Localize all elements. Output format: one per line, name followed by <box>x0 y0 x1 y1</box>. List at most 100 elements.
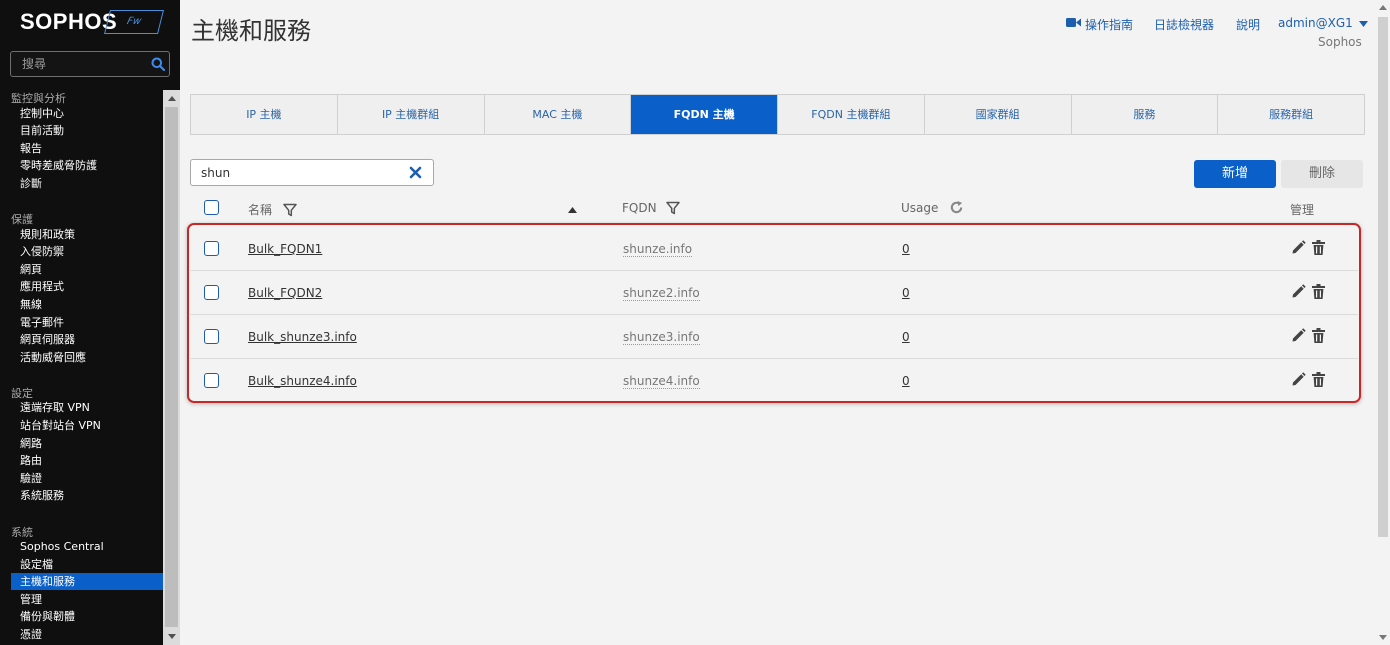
main-scrollbar-thumb[interactable] <box>1378 17 1388 537</box>
scroll-up-arrow-icon[interactable] <box>1379 5 1387 10</box>
row-checkbox[interactable] <box>204 285 219 300</box>
table-row: Bulk_FQDN1 shunze.info 0 <box>190 227 1358 271</box>
page-title: 主機和服務 <box>191 17 311 45</box>
tab-country-group[interactable]: 國家群組 <box>925 95 1072 134</box>
edit-pencil-icon[interactable] <box>1291 328 1306 343</box>
clear-filter-icon[interactable] <box>409 166 422 179</box>
sidebar-item-applications[interactable]: 應用程式 <box>11 278 163 295</box>
scroll-down-arrow-icon[interactable] <box>1379 635 1387 640</box>
sidebar-section-monitor: 監控與分析 <box>11 92 66 105</box>
table-row: Bulk_shunze4.info shunze4.info 0 <box>190 359 1358 403</box>
refresh-icon[interactable] <box>949 200 964 215</box>
filter-funnel-icon[interactable] <box>666 201 681 215</box>
sidebar-item-diagnostics[interactable]: 診斷 <box>11 175 163 192</box>
row-checkbox[interactable] <box>204 329 219 344</box>
usage-link[interactable]: 0 <box>902 242 910 256</box>
delete-button[interactable]: 刪除 <box>1281 160 1363 188</box>
sidebar-item-remote-access-vpn[interactable]: 遠端存取 VPN <box>11 399 163 416</box>
sidebar-item-current-activity[interactable]: 目前活動 <box>11 122 163 139</box>
usage-link[interactable]: 0 <box>902 286 910 300</box>
filter-box[interactable] <box>190 159 434 186</box>
appliance-name: Sophos <box>1318 35 1362 49</box>
sidebar-item-authentication[interactable]: 驗證 <box>11 470 163 487</box>
sidebar-scrollbar[interactable] <box>163 90 180 645</box>
host-name-link[interactable]: Bulk_FQDN2 <box>248 286 322 300</box>
filter-input[interactable] <box>191 160 406 185</box>
sidebar-item-active-threat-response[interactable]: 活動威脅回應 <box>11 349 163 366</box>
column-fqdn-label[interactable]: FQDN <box>622 201 657 215</box>
column-header-manage: 管理 <box>1290 203 1315 217</box>
tab-fqdn-host[interactable]: FQDN 主機 <box>631 95 778 134</box>
host-name-link[interactable]: Bulk_shunze4.info <box>248 374 357 388</box>
edit-pencil-icon[interactable] <box>1291 240 1306 255</box>
column-header-fqdn[interactable]: FQDN <box>622 201 681 215</box>
chevron-down-icon[interactable] <box>1358 20 1368 27</box>
sidebar-item-hosts-and-services[interactable]: 主機和服務 <box>11 573 163 590</box>
tab-services[interactable]: 服務 <box>1072 95 1219 134</box>
tab-ip-host[interactable]: IP 主機 <box>191 95 338 134</box>
trash-icon[interactable] <box>1312 372 1325 387</box>
column-header-usage[interactable]: Usage <box>901 200 964 215</box>
sidebar-item-web[interactable]: 網頁 <box>11 261 163 278</box>
sidebar-item-intrusion-prevention[interactable]: 入侵防禦 <box>11 243 163 260</box>
sidebar-item-email[interactable]: 電子郵件 <box>11 314 163 331</box>
log-viewer-link[interactable]: 日誌檢視器 <box>1154 16 1214 33</box>
edit-pencil-icon[interactable] <box>1291 284 1306 299</box>
sidebar-item-backup-firmware[interactable]: 備份與韌體 <box>11 608 163 625</box>
sidebar-item-administration[interactable]: 管理 <box>11 591 163 608</box>
sidebar-item-control-center[interactable]: 控制中心 <box>11 105 163 122</box>
sidebar-item-certificates[interactable]: 憑證 <box>11 626 163 643</box>
sidebar-item-zero-day-protection[interactable]: 零時差威脅防護 <box>11 157 163 174</box>
user-menu[interactable]: admin@XG1 <box>1278 16 1368 30</box>
sort-ascending-icon[interactable] <box>568 207 577 213</box>
fw-badge: Fw <box>104 10 164 34</box>
sidebar-section-protect: 保護 <box>11 213 33 226</box>
table-row: Bulk_shunze3.info shunze3.info 0 <box>190 315 1358 359</box>
search-icon[interactable] <box>151 57 165 71</box>
fqdn-value: shunze3.info <box>623 330 700 345</box>
sidebar-item-site-to-site-vpn[interactable]: 站台對站台 VPN <box>11 417 163 434</box>
sidebar-item-routing[interactable]: 路由 <box>11 452 163 469</box>
sidebar-item-web-server[interactable]: 網頁伺服器 <box>11 331 163 348</box>
filter-funnel-icon[interactable] <box>283 203 297 217</box>
app-window: SOPHOS Fw 監控與分析 控制中心 目前活動 報告 零時差威脅防護 診斷 … <box>0 0 1390 645</box>
tab-mac-host[interactable]: MAC 主機 <box>485 95 632 134</box>
select-all-checkbox[interactable] <box>204 200 219 215</box>
host-name-link[interactable]: Bulk_FQDN1 <box>248 242 322 256</box>
trash-icon[interactable] <box>1312 328 1325 343</box>
usage-link[interactable]: 0 <box>902 374 910 388</box>
host-name-link[interactable]: Bulk_shunze3.info <box>248 330 357 344</box>
sidebar-search[interactable] <box>10 51 170 77</box>
trash-icon[interactable] <box>1312 284 1325 299</box>
sidebar-item-reports[interactable]: 報告 <box>11 140 163 157</box>
row-checkbox[interactable] <box>204 241 219 256</box>
sidebar-scrollbar-thumb[interactable] <box>165 107 178 627</box>
edit-pencil-icon[interactable] <box>1291 372 1306 387</box>
help-link[interactable]: 說明 <box>1236 16 1260 33</box>
sidebar-item-profiles[interactable]: 設定檔 <box>11 556 163 573</box>
sidebar-item-system-services[interactable]: 系統服務 <box>11 487 163 504</box>
scroll-up-arrow-icon[interactable] <box>168 96 176 101</box>
trash-icon[interactable] <box>1312 240 1325 255</box>
tab-ip-host-group[interactable]: IP 主機群組 <box>338 95 485 134</box>
column-header-name[interactable]: 名稱 <box>248 201 297 218</box>
tab-service-group[interactable]: 服務群組 <box>1218 95 1364 134</box>
main-scrollbar[interactable] <box>1376 0 1390 645</box>
sidebar-item-sophos-central[interactable]: Sophos Central <box>11 538 163 555</box>
sidebar-item-rules-policies[interactable]: 規則和政策 <box>11 226 163 243</box>
column-usage-label[interactable]: Usage <box>901 201 938 215</box>
table-row: Bulk_FQDN2 shunze2.info 0 <box>190 271 1358 315</box>
sidebar-search-input[interactable] <box>11 52 145 76</box>
column-name-label[interactable]: 名稱 <box>248 203 272 217</box>
add-button[interactable]: 新增 <box>1194 160 1276 188</box>
sidebar-item-network[interactable]: 網路 <box>11 435 163 452</box>
user-name[interactable]: admin@XG1 <box>1278 16 1353 30</box>
sidebar-item-wireless[interactable]: 無線 <box>11 296 163 313</box>
guide-link[interactable]: 操作指南 <box>1085 16 1133 33</box>
usage-link[interactable]: 0 <box>902 330 910 344</box>
video-camera-icon[interactable] <box>1066 17 1081 28</box>
scroll-down-arrow-icon[interactable] <box>168 634 176 639</box>
sophos-logo: SOPHOS <box>20 9 118 34</box>
tab-fqdn-host-group[interactable]: FQDN 主機群組 <box>778 95 925 134</box>
row-checkbox[interactable] <box>204 373 219 388</box>
